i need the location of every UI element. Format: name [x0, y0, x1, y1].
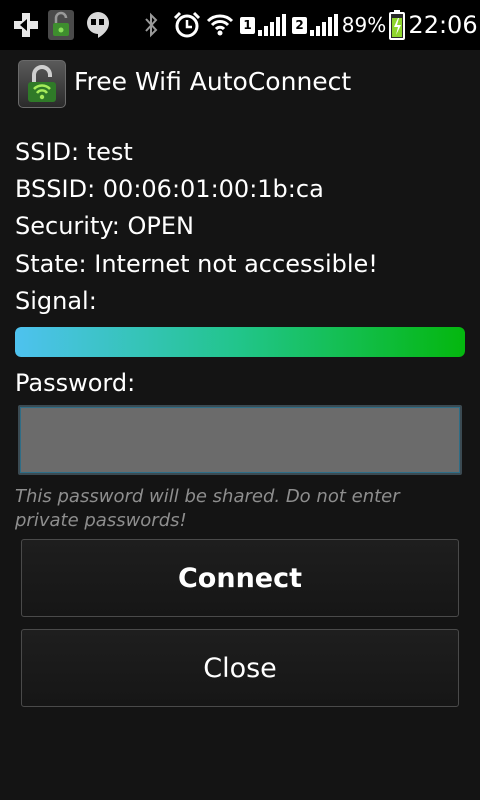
- wifi-icon: [204, 0, 236, 50]
- title-bar: Free Wifi AutoConnect: [0, 50, 480, 118]
- alarm-clock-icon: [172, 0, 202, 50]
- connect-button[interactable]: Connect: [21, 539, 459, 617]
- bssid-text: BSSID: 00:06:01:00:1b:ca: [15, 175, 324, 203]
- battery-percent: 89%: [341, 13, 387, 37]
- cell-signal-icon: [310, 14, 338, 36]
- close-button[interactable]: Close: [21, 629, 459, 707]
- password-input[interactable]: [18, 405, 462, 475]
- sim1-signal: 1: [236, 0, 290, 50]
- signal-strength-fill: [15, 327, 465, 357]
- hangouts-icon: [84, 0, 112, 50]
- sim2-signal: 2: [288, 0, 342, 50]
- signal-label: Signal:: [15, 287, 97, 315]
- status-bar: 1 2 89% 22:06: [0, 0, 480, 50]
- app-title: Free Wifi AutoConnect: [74, 67, 352, 96]
- usb-debug-icon: [8, 0, 44, 50]
- cell-signal-icon: [258, 14, 286, 36]
- app-notification-icon: [46, 0, 76, 50]
- password-label: Password:: [15, 369, 136, 397]
- bluetooth-icon: [140, 0, 162, 50]
- clock-time: 22:06: [408, 11, 478, 39]
- battery-charging-icon: [386, 0, 408, 50]
- signal-strength-bar: [15, 327, 465, 357]
- sim1-badge: 1: [240, 16, 255, 34]
- sim2-badge: 2: [292, 16, 307, 34]
- security-text: Security: OPEN: [15, 212, 195, 240]
- ssid-text: SSID: test: [15, 138, 133, 166]
- open-padlock-wifi-icon: [18, 60, 66, 108]
- password-share-hint: This password will be shared. Do not ent…: [15, 486, 400, 531]
- connection-state-text: State: Internet not accessible!: [15, 250, 378, 278]
